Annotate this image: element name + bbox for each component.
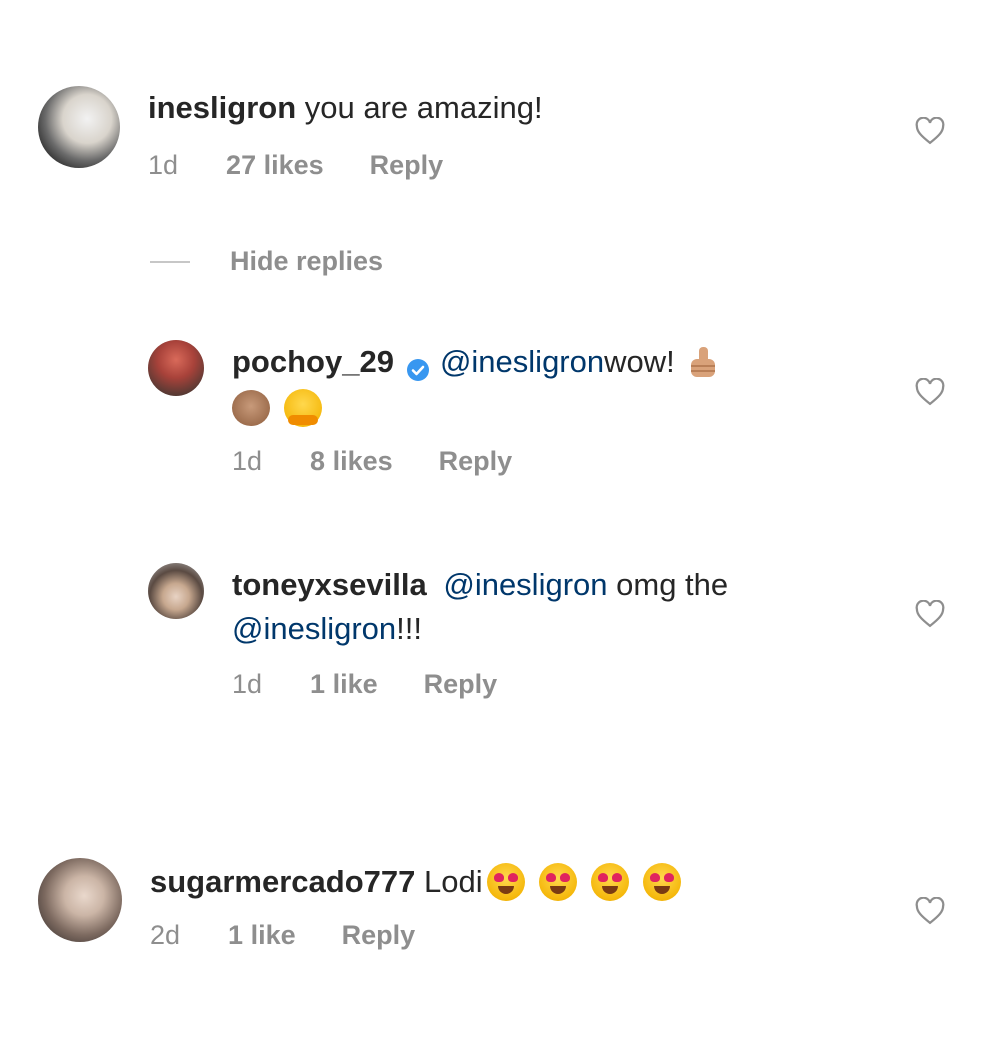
- heart-eyes-emoji-icon: [486, 863, 525, 901]
- comment-body: wow!: [604, 344, 675, 379]
- comment-body-end: !!!: [396, 611, 423, 646]
- comment-inesligron: inesligron you are amazing! 1d 27 likes …: [38, 86, 543, 181]
- comment-body: Lodi: [415, 864, 483, 899]
- reply-button[interactable]: Reply: [439, 446, 513, 477]
- verified-badge-icon: [406, 350, 430, 381]
- comment-meta: 2d 1 like Reply: [150, 920, 681, 951]
- comment-meta: 1d 8 likes Reply: [232, 446, 721, 477]
- like-heart-icon[interactable]: [915, 117, 945, 145]
- likes-count[interactable]: 27 likes: [226, 150, 324, 181]
- username-link[interactable]: inesligron: [148, 90, 296, 125]
- likes-count[interactable]: 1 like: [228, 920, 296, 951]
- comment-text: inesligron you are amazing!: [148, 86, 543, 130]
- username-link[interactable]: pochoy_29: [232, 340, 394, 384]
- comment-body: omg the: [607, 567, 729, 602]
- like-heart-icon[interactable]: [915, 378, 945, 406]
- mention-link[interactable]: @inesligron: [232, 611, 396, 646]
- hide-replies-button[interactable]: Hide replies: [150, 246, 383, 277]
- heart-eyes-emoji-icon: [590, 863, 629, 901]
- comment-body: you are amazing!: [296, 90, 543, 125]
- reply-button[interactable]: Reply: [424, 669, 498, 700]
- username-link[interactable]: sugarmercado777: [150, 860, 415, 904]
- see-no-evil-monkey-emoji-icon: [232, 390, 270, 426]
- comment-time[interactable]: 2d: [150, 920, 180, 951]
- comment-text-line-2: @inesligron!!!: [232, 607, 728, 651]
- mention-link[interactable]: @inesligron: [443, 567, 607, 602]
- heart-eyes-emoji-icon: [538, 863, 577, 901]
- comment-meta: 1d 27 likes Reply: [148, 150, 543, 181]
- comment-time[interactable]: 1d: [232, 669, 262, 700]
- like-heart-icon[interactable]: [915, 897, 945, 925]
- hide-replies-label[interactable]: Hide replies: [230, 246, 383, 277]
- comment-text: sugarmercado777 Lodi: [150, 860, 681, 904]
- comment-time[interactable]: 1d: [148, 150, 178, 181]
- avatar-pochoy_29[interactable]: [148, 340, 204, 396]
- likes-count[interactable]: 8 likes: [310, 446, 393, 477]
- comment-time[interactable]: 1d: [232, 446, 262, 477]
- comment-text: toneyxsevilla @inesligron omg the: [232, 563, 728, 607]
- comment-sugarmercado777: sugarmercado777 Lodi 2d 1 like Reply: [38, 858, 681, 951]
- like-heart-icon[interactable]: [915, 600, 945, 628]
- comment-emoji-line: [232, 386, 721, 430]
- mention-link[interactable]: @inesligron: [440, 340, 604, 384]
- reply-button[interactable]: Reply: [342, 920, 416, 951]
- comment-meta: 1d 1 like Reply: [232, 669, 728, 700]
- heart-eyes-emoji-icon: [642, 863, 681, 901]
- reply-button[interactable]: Reply: [370, 150, 444, 181]
- thumbs-up-emoji-icon: [687, 343, 721, 381]
- comment-text: pochoy_29 @inesligron wow!: [232, 340, 721, 384]
- likes-count[interactable]: 1 like: [310, 669, 378, 700]
- reply-pochoy_29: pochoy_29 @inesligron wow! 1d 8 likes Re…: [148, 340, 721, 477]
- avatar-toneyxsevilla[interactable]: [148, 563, 204, 619]
- avatar-inesligron[interactable]: [38, 86, 120, 168]
- hugging-face-emoji-icon: [284, 389, 322, 427]
- avatar-sugarmercado777[interactable]: [38, 858, 122, 942]
- hide-replies-divider: [150, 260, 190, 263]
- username-link[interactable]: toneyxsevilla: [232, 567, 427, 602]
- reply-toneyxsevilla: toneyxsevilla @inesligron omg the @inesl…: [148, 563, 728, 700]
